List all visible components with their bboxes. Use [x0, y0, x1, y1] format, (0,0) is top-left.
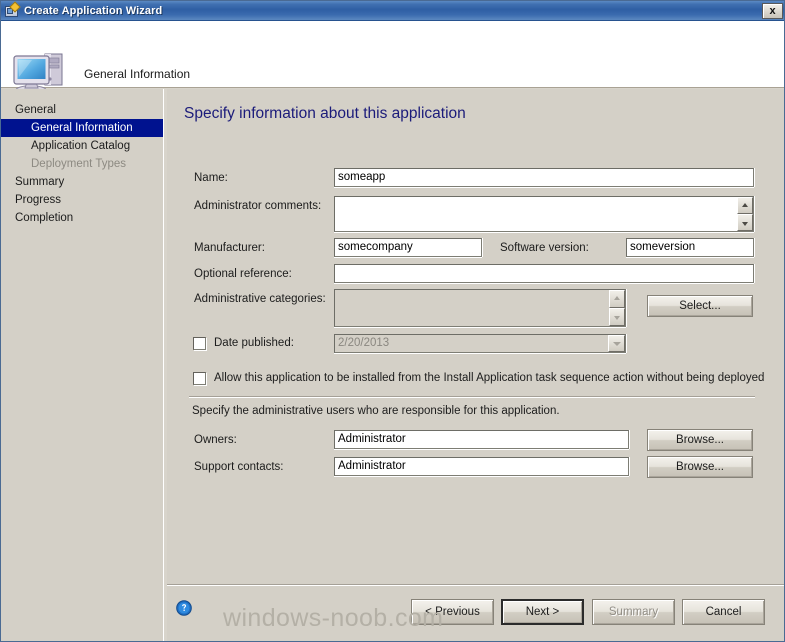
name-label: Name: — [194, 172, 228, 184]
sidebar-item-deployment-types[interactable]: Deployment Types — [1, 155, 163, 173]
allow-install-label: Allow this application to be installed f… — [214, 372, 765, 384]
sidebar-item-completion[interactable]: Completion — [1, 209, 163, 227]
optional-reference-input[interactable] — [334, 264, 754, 283]
date-published-input[interactable]: 2/20/2013 — [334, 334, 626, 353]
allow-install-checkbox[interactable] — [193, 372, 206, 385]
optional-reference-label: Optional reference: — [194, 268, 292, 280]
window-title: Create Application Wizard — [24, 4, 163, 17]
manufacturer-row: Manufacturer: somecompany Software versi… — [167, 238, 784, 258]
wizard-header: General Information — [1, 21, 784, 95]
create-application-wizard-window: Create Application Wizard x General Info… — [0, 0, 785, 642]
sidebar-item-general[interactable]: General — [1, 101, 163, 119]
name-input[interactable]: someapp — [334, 168, 754, 187]
sidebar-item-general-information[interactable]: General Information — [1, 119, 163, 137]
administrative-users-hint: Specify the administrative users who are… — [192, 405, 560, 417]
close-icon[interactable]: x — [762, 3, 783, 19]
wizard-footer: < Previous Next > Summary Cancel — [167, 584, 784, 641]
owners-browse-button[interactable]: Browse... — [647, 429, 753, 451]
summary-button[interactable]: Summary — [592, 599, 675, 625]
manufacturer-input[interactable]: somecompany — [334, 238, 482, 257]
name-row: Name: someapp — [167, 168, 784, 188]
owners-label: Owners: — [194, 434, 237, 446]
date-published-label: Date published: — [214, 337, 294, 349]
administrative-categories-label: Administrative categories: — [194, 293, 326, 305]
administrator-comments-label: Administrator comments: — [194, 200, 322, 212]
owners-input[interactable]: Administrator — [334, 430, 629, 449]
chevron-down-icon[interactable] — [608, 335, 625, 352]
administrator-comments-scrollbar[interactable] — [737, 197, 753, 231]
allow-install-row: Allow this application to be installed f… — [167, 369, 784, 389]
title-bar: Create Application Wizard x — [1, 1, 784, 21]
page-title: Specify information about this applicati… — [184, 105, 466, 122]
header-title: General Information — [84, 67, 191, 81]
help-circle-icon[interactable] — [176, 600, 192, 616]
wizard-main-panel: Specify information about this applicati… — [167, 89, 784, 641]
next-button[interactable]: Next > — [501, 599, 584, 625]
administrative-categories-input[interactable] — [334, 289, 626, 327]
support-contacts-browse-button[interactable]: Browse... — [647, 456, 753, 478]
scroll-down-icon[interactable] — [737, 214, 753, 231]
sidebar-item-application-catalog[interactable]: Application Catalog — [1, 137, 163, 155]
wizard-sidebar: General General Information Application … — [1, 89, 164, 641]
manufacturer-label: Manufacturer: — [194, 242, 265, 254]
cancel-button[interactable]: Cancel — [682, 599, 765, 625]
sidebar-item-progress[interactable]: Progress — [1, 191, 163, 209]
scroll-up-icon[interactable] — [609, 290, 625, 308]
software-version-label: Software version: — [500, 242, 589, 254]
date-published-row: Date published: 2/20/2013 — [167, 334, 784, 354]
administrator-comments-input[interactable] — [334, 196, 754, 232]
sidebar-item-summary[interactable]: Summary — [1, 173, 163, 191]
support-contacts-row: Support contacts: Administrator Browse..… — [167, 456, 784, 478]
administrator-comments-row: Administrator comments: — [167, 196, 784, 233]
scroll-up-icon[interactable] — [737, 197, 753, 214]
section-divider — [189, 396, 755, 398]
administrative-categories-scrollbar[interactable] — [609, 290, 625, 326]
wizard-app-icon — [4, 1, 21, 19]
select-button[interactable]: Select... — [647, 295, 753, 317]
support-contacts-label: Support contacts: — [194, 461, 284, 473]
support-contacts-input[interactable]: Administrator — [334, 457, 629, 476]
optional-reference-row: Optional reference: — [167, 264, 784, 284]
previous-button[interactable]: < Previous — [411, 599, 494, 625]
software-version-input[interactable]: someversion — [626, 238, 754, 257]
owners-row: Owners: Administrator Browse... — [167, 429, 784, 451]
date-published-checkbox[interactable] — [193, 337, 206, 350]
scroll-down-icon[interactable] — [609, 308, 625, 326]
administrative-categories-row: Administrative categories: Select... — [167, 289, 784, 329]
